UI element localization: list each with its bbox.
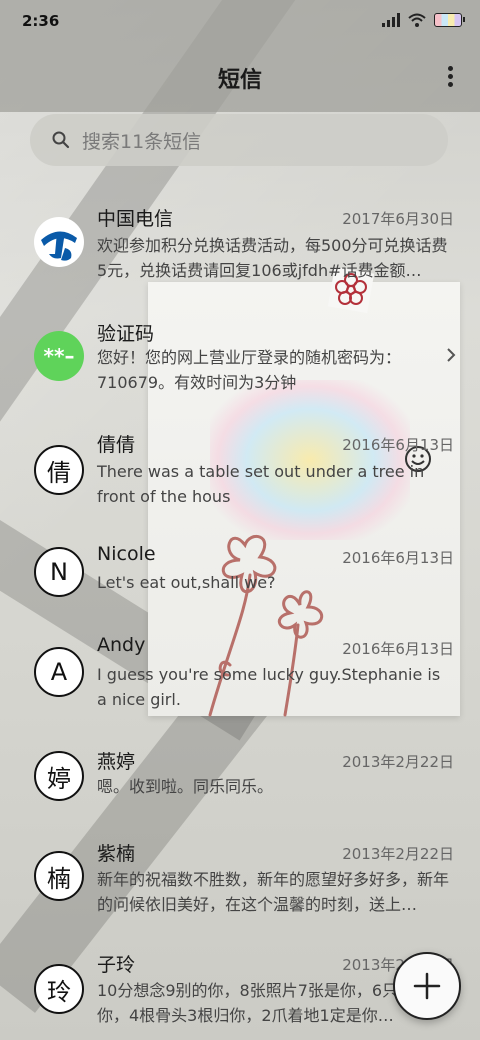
search-icon: [52, 131, 70, 149]
avatar-text: 玲: [47, 977, 71, 1006]
message-date: 2013年2月22日: [342, 845, 454, 863]
status-bar: 2:36: [0, 0, 480, 44]
signal-icon: [382, 13, 400, 27]
avatar: 倩: [34, 445, 84, 495]
contact-name: Andy: [97, 634, 146, 656]
conversation-item[interactable]: 婷 燕婷 2013年2月22日 嗯。收到啦。同乐同乐。: [0, 745, 480, 810]
wifi-icon: [408, 13, 426, 27]
avatar: 婷: [34, 751, 84, 801]
conversation-item[interactable]: **– 验证码 您好！您的网上营业厅登录的随机密码为：710679。有效时间为3…: [0, 315, 480, 400]
message-preview: 嗯。收到啦。同乐同乐。: [97, 777, 274, 796]
chevron-right-icon: [447, 348, 456, 362]
avatar-text: N: [50, 558, 68, 586]
conversation-item[interactable]: 中国电信 2017年6月30日 欢迎参加积分兑换话费活动，每500分可兑换话费5…: [0, 200, 480, 285]
avatar: **–: [34, 331, 84, 381]
contact-name: 验证码: [97, 323, 155, 345]
china-telecom-logo-icon: [35, 218, 83, 266]
conversation-item[interactable]: 楠 紫楠 2013年2月22日 新年的祝福数不胜数，新年的愿望好多好多，新年的问…: [0, 837, 480, 922]
avatar: A: [34, 647, 84, 697]
contact-name: 中国电信: [97, 208, 174, 230]
message-date: 2016年6月13日: [342, 640, 454, 658]
avatar-text: **–: [43, 344, 75, 368]
message-date: 2016年6月13日: [342, 436, 454, 454]
conversation-item[interactable]: A Andy 2016年6月13日 I guess you're some lu…: [0, 632, 480, 717]
message-preview: I guess you're some lucky guy.Stephanie …: [97, 665, 441, 709]
search-bar[interactable]: 搜索11条短信: [30, 114, 448, 166]
avatar-text: 楠: [47, 864, 71, 893]
avatar-text: 倩: [47, 458, 71, 487]
contact-name: 燕婷: [97, 751, 136, 773]
message-preview: There was a table set out under a tree i…: [97, 462, 425, 506]
avatar-text: 婷: [47, 764, 71, 793]
page-title: 短信: [217, 68, 262, 93]
avatar-text: A: [50, 658, 68, 686]
avatar: [34, 217, 84, 267]
more-options-icon[interactable]: [448, 66, 454, 88]
conversation-item[interactable]: N Nicole 2016年6月13日 Let's eat out,shall …: [0, 541, 480, 601]
message-preview: 欢迎参加积分兑换话费活动，每500分可兑换话费5元，兑换话费请回复106或jfd…: [97, 236, 448, 280]
conversation-item[interactable]: 倩 倩倩 2016年6月13日 There was a table set ou…: [0, 428, 480, 513]
contact-name: 紫楠: [97, 843, 136, 865]
avatar: 楠: [34, 851, 84, 901]
avatar: 玲: [34, 964, 84, 1014]
message-preview: 新年的祝福数不胜数，新年的愿望好多好多，新年的问候依旧美好，在这个温馨的时刻，送…: [97, 870, 450, 914]
contact-name: 子玲: [97, 954, 136, 976]
plus-icon: [413, 972, 441, 1000]
message-preview: 您好！您的网上营业厅登录的随机密码为：710679。有效时间为3分钟: [97, 348, 402, 392]
battery-icon: [434, 13, 465, 27]
message-date: 2013年2月22日: [342, 753, 454, 771]
message-preview: Let's eat out,shall we?: [97, 573, 276, 592]
status-time: 2:36: [22, 12, 60, 30]
contact-name: 倩倩: [97, 434, 136, 456]
avatar: N: [34, 547, 84, 597]
new-message-button[interactable]: [393, 952, 461, 1020]
message-date: 2017年6月30日: [342, 210, 454, 228]
message-date: 2016年6月13日: [342, 549, 454, 567]
search-placeholder: 搜索11条短信: [82, 130, 202, 153]
contact-name: Nicole: [97, 543, 156, 565]
